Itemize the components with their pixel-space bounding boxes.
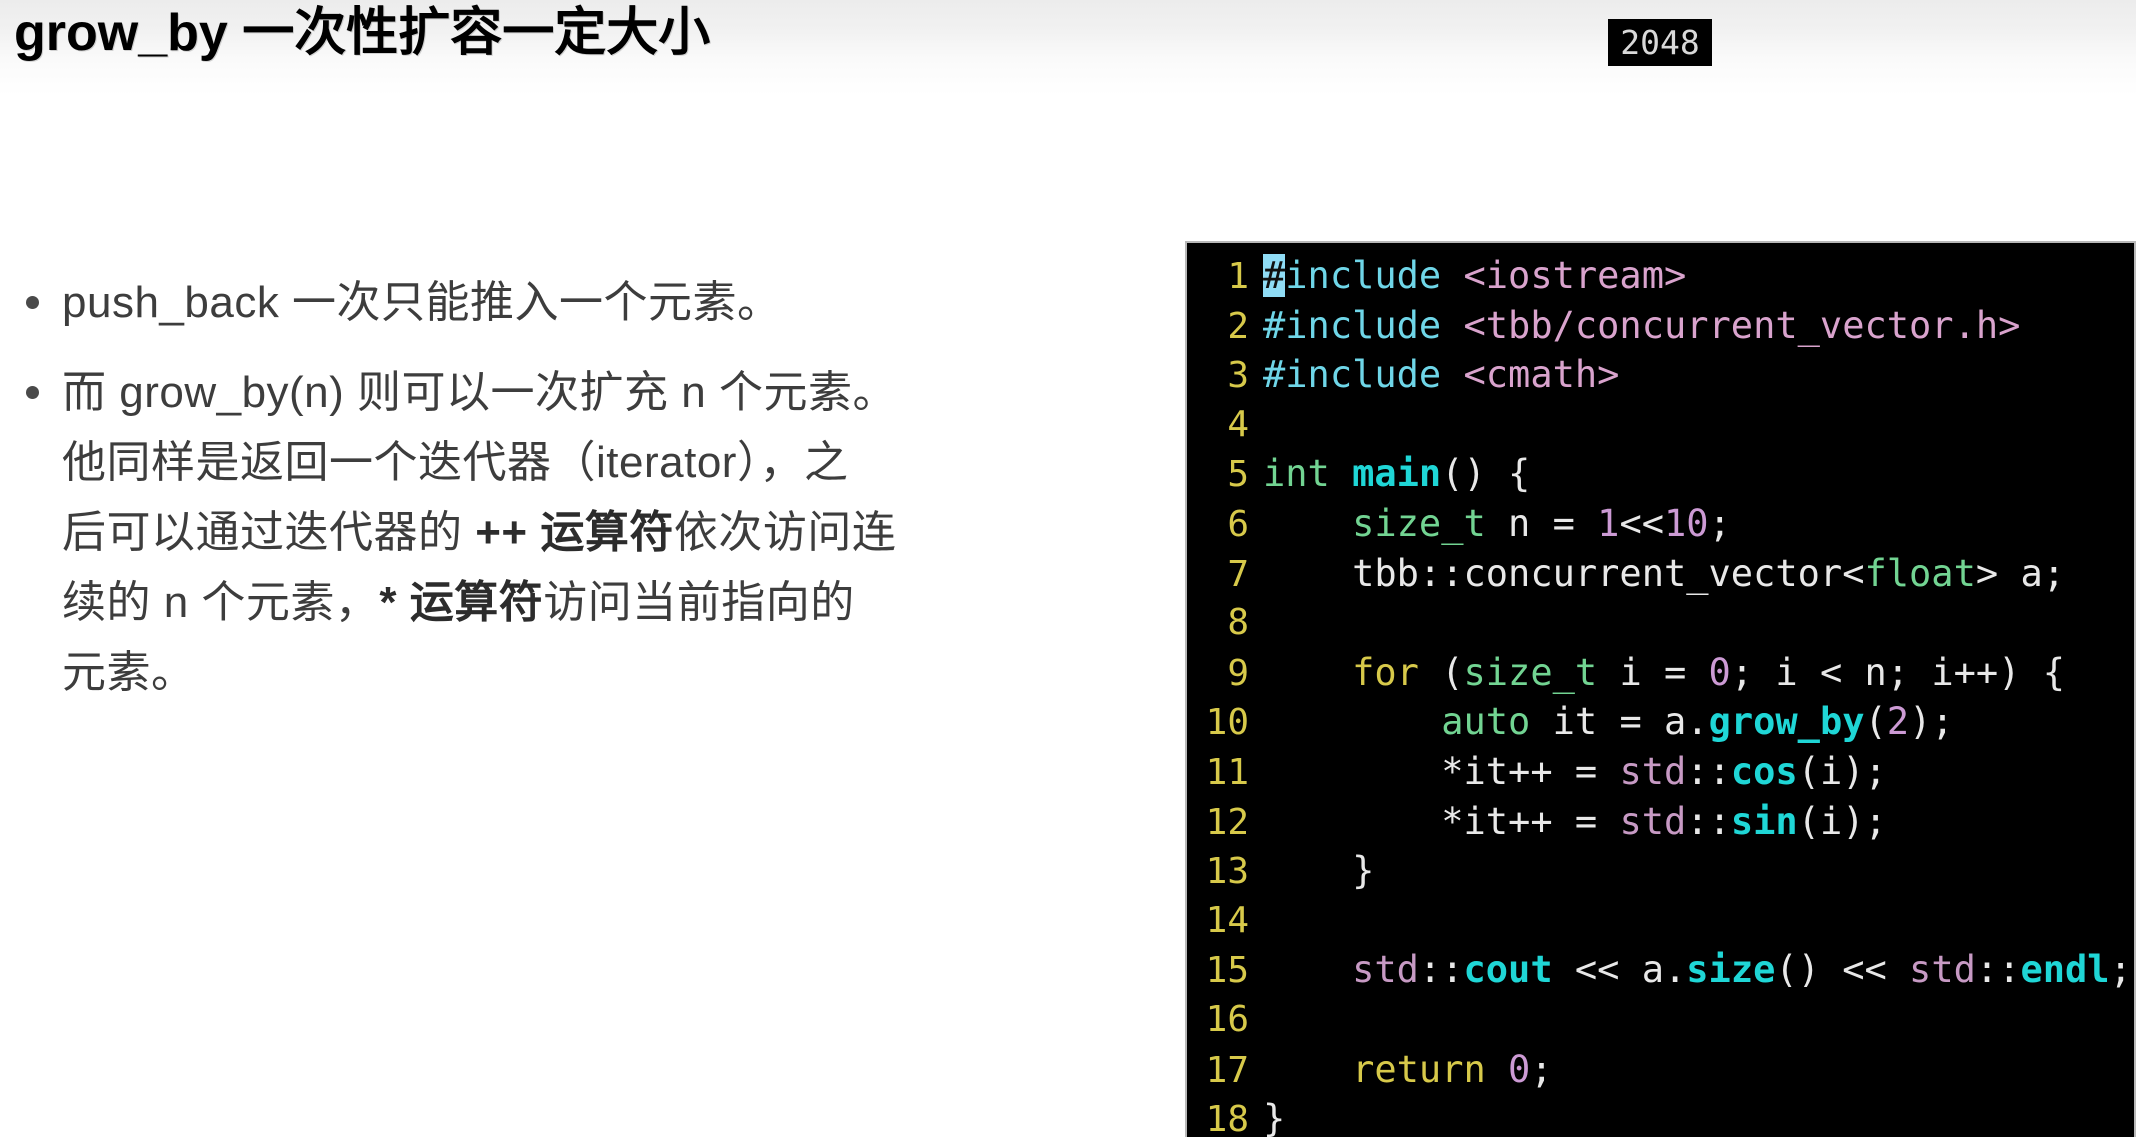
code-line-number: 18 xyxy=(1205,1099,1249,1137)
code-line-text: #include <tbb/concurrent_vector.h> xyxy=(1263,303,2021,347)
code-line: 15 std::cout << a.size() << std::endl; xyxy=(1187,945,2134,995)
code-line: 3 #include <cmath> xyxy=(1187,350,2134,400)
bullet-line-emphasis: * 运算符 xyxy=(379,578,544,627)
code-line-text: size_t n = 1<<10; xyxy=(1352,501,1731,545)
code-line: 5 int main() { xyxy=(1187,449,2134,499)
bullet-line: 续的 n 个元素，* 运算符访问当前指向的 xyxy=(62,568,1132,638)
code-line-text: tbb::concurrent_vector<float> a; xyxy=(1352,551,2065,595)
code-line-number: 3 xyxy=(1227,355,1249,397)
code-line-text: auto it = a.grow_by(2); xyxy=(1441,700,1954,744)
code-line: 17 return 0; xyxy=(1187,1045,2134,1095)
code-line-number: 7 xyxy=(1227,553,1249,595)
code-line-number: 15 xyxy=(1205,950,1249,992)
bullet-line-post: 访问当前指向的 xyxy=(543,578,855,627)
code-line-text: std::cout << a.size() << std::endl; xyxy=(1352,948,2132,992)
code-line: 18} xyxy=(1187,1094,2134,1137)
code-line: 2 #include <tbb/concurrent_vector.h> xyxy=(1187,301,2134,351)
page-title: grow_by 一次性扩容一定大小 xyxy=(14,4,711,62)
code-line-number: 13 xyxy=(1205,851,1249,893)
code-line-number: 8 xyxy=(1227,602,1249,644)
bullet-text: push_back 一次只能推入一个元素。 xyxy=(62,278,782,327)
code-line: 13 } xyxy=(1187,846,2134,896)
code-line: 1 #include <iostream> xyxy=(1187,251,2134,301)
code-line-text: int main() { xyxy=(1263,452,1531,496)
code-line: 14 xyxy=(1187,896,2134,946)
code-line-number: 11 xyxy=(1205,751,1249,793)
list-item: 而 grow_by(n) 则可以一次扩充 n 个元素。 他同样是返回一个迭代器（… xyxy=(12,358,1132,708)
code-line: 7 tbb::concurrent_vector<float> a; xyxy=(1187,549,2134,599)
code-line: 11 *it++ = std::cos(i); xyxy=(1187,747,2134,797)
code-line-number: 17 xyxy=(1205,1049,1249,1091)
bullet-list: push_back 一次只能推入一个元素。 而 grow_by(n) 则可以一次… xyxy=(12,268,1132,708)
code-line: 16 xyxy=(1187,995,2134,1045)
code-line-text: *it++ = std::sin(i); xyxy=(1263,799,1887,843)
code-line-number: 12 xyxy=(1205,801,1249,843)
bullet-line: 而 grow_by(n) 则可以一次扩充 n 个元素。 xyxy=(62,368,897,417)
code-line-text: #include <cmath> xyxy=(1263,353,1620,397)
code-line-number: 1 xyxy=(1227,256,1249,297)
code-lines-container: 1 #include <iostream> 2 #include <tbb/concu… xyxy=(1187,243,2134,1137)
code-line: 9 for (size_t i = 0; i < n; i++) { xyxy=(1187,648,2134,698)
bullet-line: 他同样是返回一个迭代器（iterator），之 xyxy=(62,438,849,487)
bullet-line: 后可以通过迭代器的 ++ 运算符依次访问连 xyxy=(62,498,1132,568)
code-line-number: 14 xyxy=(1205,899,1249,941)
code-line-number: 16 xyxy=(1205,998,1249,1040)
bullet-line-emphasis: ++ 运算符 xyxy=(475,508,674,557)
code-line-text: #include <iostream> xyxy=(1263,254,1687,297)
code-line-number: 9 xyxy=(1227,652,1249,694)
code-editor-panel[interactable]: 1 #include <iostream> 2 #include <tbb/concu… xyxy=(1185,241,2136,1137)
presentation-slide: grow_by 一次性扩容一定大小 2048 push_back 一次只能推入一… xyxy=(0,0,2136,1137)
code-line-text: return 0; xyxy=(1352,1047,1553,1091)
code-line-number: 2 xyxy=(1227,305,1249,347)
code-line-number: 4 xyxy=(1227,403,1249,445)
list-item: push_back 一次只能推入一个元素。 xyxy=(12,268,1132,338)
code-line: 10 auto it = a.grow_by(2); xyxy=(1187,697,2134,747)
code-line-number: 6 xyxy=(1227,503,1249,545)
text-cursor: # xyxy=(1263,254,1286,297)
code-line-text: } xyxy=(1263,1097,1286,1137)
code-line: 6 size_t n = 1<<10; xyxy=(1187,499,2134,549)
bullet-line-pre: 后可以通过迭代器的 xyxy=(62,508,476,557)
bullet-line-pre: 续的 n 个元素， xyxy=(62,578,380,627)
code-line-number: 5 xyxy=(1227,454,1249,496)
code-line-text: *it++ = std::cos(i); xyxy=(1263,749,1887,793)
bullet-line: 元素。 xyxy=(62,648,196,697)
code-line: 4 xyxy=(1187,400,2134,450)
bullet-dot-icon xyxy=(26,296,39,309)
code-line-text: for (size_t i = 0; i < n; i++) { xyxy=(1352,650,2066,694)
bullet-line-post: 依次访问连 xyxy=(673,508,897,557)
page-number-badge: 2048 xyxy=(1608,19,1712,66)
code-line-text: } xyxy=(1263,849,1375,893)
bullet-dot-icon xyxy=(26,386,39,399)
code-line: 12 *it++ = std::sin(i); xyxy=(1187,797,2134,847)
code-line: 8 xyxy=(1187,598,2134,648)
code-line-number: 10 xyxy=(1205,702,1249,744)
